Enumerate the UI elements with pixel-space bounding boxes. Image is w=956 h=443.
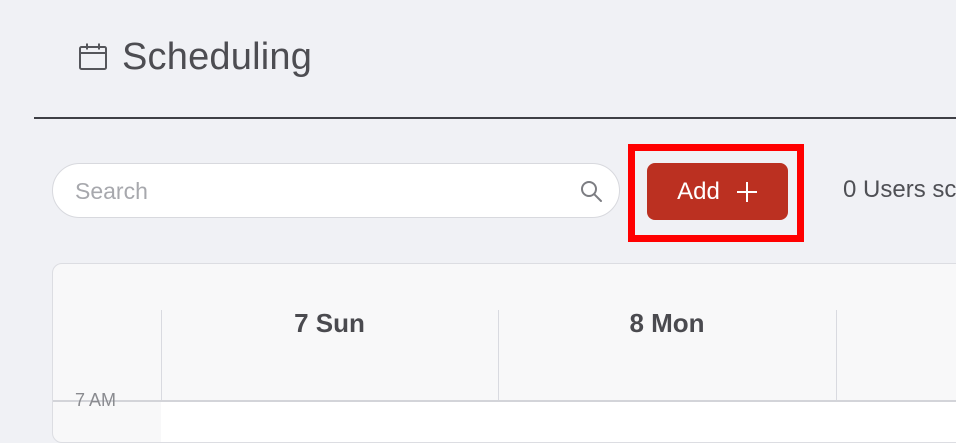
add-button-label: Add	[677, 177, 720, 205]
add-button[interactable]: Add	[647, 163, 788, 220]
search-box[interactable]	[52, 163, 620, 219]
page-header: Scheduling	[78, 34, 312, 80]
plus-icon	[736, 181, 758, 203]
search-icon[interactable]	[579, 179, 603, 203]
calendar-icon	[78, 40, 112, 74]
users-scheduled-count: 0 Users sc	[843, 176, 956, 203]
calendar-grid: 7 Sun 8 Mon 7 AM	[52, 263, 956, 443]
time-label: 7 AM	[75, 390, 117, 410]
day-header-mon[interactable]: 8 Mon	[498, 308, 836, 339]
header-divider	[34, 117, 956, 119]
calendar-body[interactable]	[161, 402, 956, 442]
search-input[interactable]	[73, 164, 557, 219]
day-header-sun[interactable]: 7 Sun	[161, 308, 498, 339]
page-title: Scheduling	[122, 35, 313, 78]
